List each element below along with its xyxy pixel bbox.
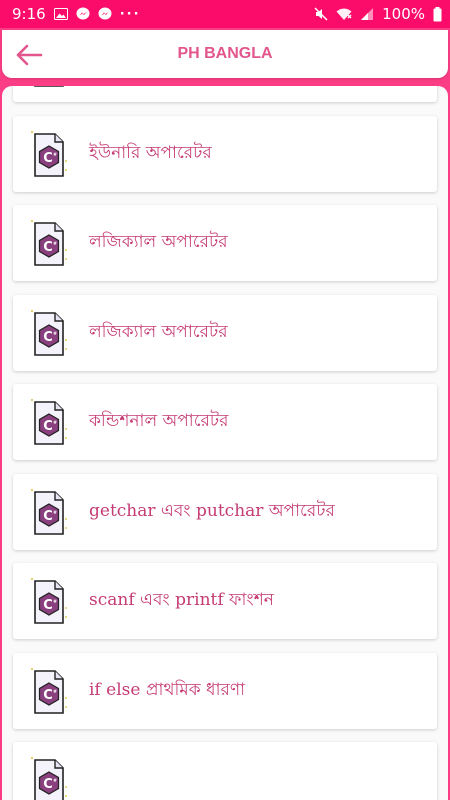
list-item[interactable]: C # if else প্রাথমিক ধারণা — [13, 652, 437, 729]
list-item[interactable]: C # getchar এবং putchar অপারেটর — [13, 473, 437, 550]
svg-text:#: # — [53, 420, 57, 426]
svg-text:C: C — [43, 509, 53, 524]
arrow-left-icon — [16, 44, 43, 66]
battery-icon — [433, 6, 442, 22]
back-button[interactable] — [12, 38, 46, 72]
c-file-icon: C # — [30, 130, 67, 177]
status-right: 100% — [314, 5, 442, 23]
list-item[interactable]: C # scanf এবং printf ফাংশন — [13, 563, 437, 639]
svg-text:#: # — [53, 689, 57, 695]
status-left: 9:16 ··· — [12, 5, 141, 23]
wifi-icon — [336, 8, 352, 21]
c-file-icon: C # — [34, 86, 64, 87]
svg-text:C: C — [43, 777, 53, 792]
list-item-label: লজিক্যাল অপারেটর — [89, 232, 228, 252]
battery-percent: 100% — [382, 5, 425, 23]
list-item[interactable]: C # কন্ডিশনাল অপারেটর — [13, 384, 437, 460]
svg-text:C: C — [43, 598, 53, 613]
gallery-icon — [53, 8, 68, 20]
c-file-icon: C # — [30, 488, 67, 535]
svg-text:#: # — [53, 331, 57, 337]
svg-text:C: C — [43, 330, 53, 345]
c-file-icon: C # — [30, 309, 67, 356]
status-bar: 9:16 ··· 100% — [0, 0, 450, 28]
list-item[interactable]: C # — [13, 742, 437, 800]
svg-text:#: # — [53, 778, 57, 784]
list-item-label: গাণিতিক অপারেটর — [89, 86, 221, 102]
list-item-label: ইউনারি অপারেটর — [89, 142, 212, 163]
c-file-icon: C # — [30, 577, 67, 624]
svg-text:#: # — [53, 241, 57, 247]
list-item[interactable]: C # লজিক্যাল অপারেটর — [13, 294, 437, 371]
c-file-icon: C # — [30, 398, 67, 445]
list-item-label: getchar এবং putchar অপারেটর — [89, 500, 335, 521]
svg-text:#: # — [53, 510, 57, 516]
list-item[interactable]: C # লজিক্যাল অপারেটর — [13, 205, 437, 281]
more-notifications-icon: ··· — [119, 6, 141, 22]
c-file-icon: C # — [30, 756, 67, 800]
content-panel[interactable]: C # গাণিতিক অপারেটর C # ইউনারি অপারেটর C… — [2, 86, 448, 800]
svg-text:#: # — [53, 599, 57, 605]
status-time: 9:16 — [12, 5, 46, 23]
list-item-label: if else প্রাথমিক ধারণা — [89, 679, 246, 700]
list-item-label: লজিক্যাল অপারেটর — [89, 321, 228, 342]
page-title: PH BANGLA — [177, 45, 273, 62]
svg-text:C: C — [43, 688, 53, 703]
list-item-label: কন্ডিশনাল অপারেটর — [89, 411, 229, 431]
app-bar: PH BANGLA — [2, 30, 448, 78]
c-file-icon: C # — [30, 219, 67, 266]
messenger-icon-2 — [98, 7, 112, 21]
list-item-label: scanf এবং printf ফাংশন — [89, 590, 274, 610]
svg-text:C: C — [43, 151, 53, 166]
messenger-icon — [76, 7, 90, 21]
svg-text:C: C — [43, 419, 53, 434]
svg-text:C: C — [43, 240, 53, 255]
list-item[interactable]: C # ইউনারি অপারেটর — [13, 115, 437, 192]
mute-icon — [314, 7, 328, 21]
signal-icon — [360, 7, 374, 21]
c-file-icon: C # — [30, 667, 67, 714]
svg-text:#: # — [53, 152, 57, 158]
list-item[interactable]: C # গাণিতিক অপারেটর — [13, 86, 437, 102]
